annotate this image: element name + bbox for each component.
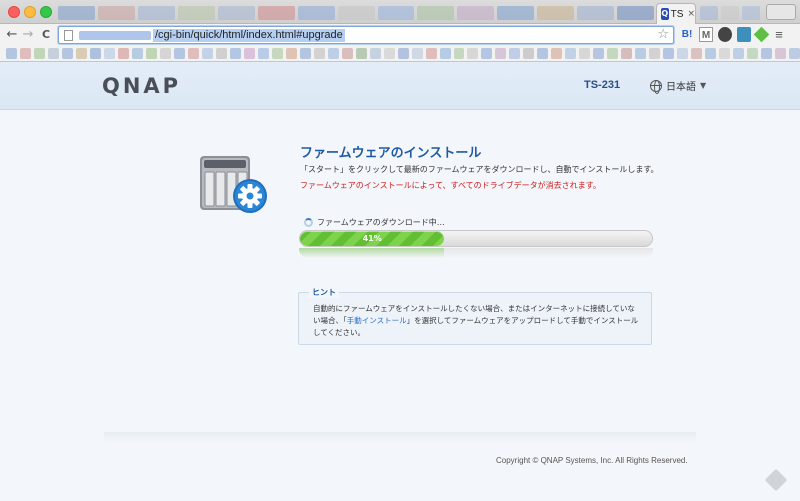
page-icon bbox=[64, 30, 73, 41]
download-progress-bar: 41% bbox=[299, 230, 653, 247]
download-status: ファームウェアのダウンロード中… bbox=[304, 217, 445, 228]
extension-dark-icon[interactable] bbox=[718, 27, 732, 42]
browser-tab-bar: Q TS × bbox=[0, 0, 800, 24]
evernote-icon[interactable] bbox=[753, 26, 770, 43]
forward-arrow-icon[interactable]: → bbox=[20, 26, 36, 44]
speaker-icon[interactable] bbox=[737, 27, 751, 42]
menu-icon[interactable]: ≡ bbox=[772, 27, 786, 42]
bookmark-star-icon[interactable]: ☆ bbox=[657, 27, 669, 42]
globe-icon bbox=[650, 79, 662, 94]
address-bar[interactable]: /cgi-bin/quick/html/index.html#upgrade ☆ bbox=[58, 26, 674, 44]
blurred-tabs-right[interactable] bbox=[700, 6, 760, 20]
download-status-text: ファームウェアのダウンロード中… bbox=[317, 218, 445, 227]
page-header: QNAP TS-231 日本語 ▼ bbox=[0, 62, 800, 110]
data-erase-warning: ファームウェアのインストールによって、すべてのドライブデータが消去されます。 bbox=[300, 181, 601, 190]
progress-percent-label: 41% bbox=[362, 234, 382, 243]
extension-corner-icon[interactable] bbox=[764, 468, 788, 492]
loading-spinner-icon bbox=[304, 218, 313, 227]
hint-box: ヒント 自動的にファームウェアをインストールしたくない場合、またはインターネット… bbox=[298, 287, 652, 345]
hint-text: 自動的にファームウェアをインストールしたくない場合、またはインターネットに接続し… bbox=[313, 303, 641, 339]
tab-close-icon[interactable]: × bbox=[687, 9, 695, 19]
bookmarks-bar bbox=[0, 46, 800, 62]
gmail-icon[interactable]: M bbox=[699, 27, 713, 42]
progress-reflection bbox=[299, 248, 653, 258]
reload-icon[interactable]: C bbox=[38, 26, 54, 44]
hatena-bookmark-icon[interactable]: B! bbox=[680, 27, 694, 42]
profile-button[interactable] bbox=[766, 4, 796, 20]
close-window-button[interactable] bbox=[8, 6, 20, 18]
url-text[interactable]: /cgi-bin/quick/html/index.html#upgrade bbox=[153, 29, 345, 42]
qnap-favicon-icon: Q bbox=[661, 8, 669, 20]
hint-title: ヒント bbox=[309, 287, 339, 298]
page-title: ファームウェアのインストール bbox=[300, 146, 482, 161]
footer-divider bbox=[104, 432, 696, 442]
language-label: 日本語 bbox=[666, 82, 696, 93]
blurred-tabs[interactable] bbox=[58, 6, 655, 20]
extension-icons: B! M ≡ bbox=[680, 26, 786, 43]
model-name: TS-231 bbox=[584, 79, 621, 91]
browser-toolbar: ← → C /cgi-bin/quick/html/index.html#upg… bbox=[0, 24, 800, 46]
minimize-window-button[interactable] bbox=[24, 6, 36, 18]
manual-install-link[interactable]: 手動インストール bbox=[347, 316, 407, 325]
url-host-blurred bbox=[79, 31, 151, 40]
nas-firmware-icon bbox=[200, 156, 267, 213]
install-description: 「スタート」をクリックして最新のファームウェアをダウンロードし、自動でインストー… bbox=[300, 165, 659, 174]
active-tab[interactable]: Q TS × bbox=[656, 3, 696, 24]
copyright-text: Copyright © QNAP Systems, Inc. All Right… bbox=[496, 456, 688, 465]
zoom-window-button[interactable] bbox=[40, 6, 52, 18]
progress-reflection-fill bbox=[299, 248, 445, 258]
qnap-installer-page: QNAP TS-231 日本語 ▼ ファームウェアのインストール 「スタート」を… bbox=[0, 62, 800, 501]
chevron-down-icon: ▼ bbox=[700, 81, 707, 90]
tab-title: TS bbox=[670, 8, 684, 20]
language-selector[interactable]: 日本語 ▼ bbox=[650, 78, 707, 94]
back-arrow-icon[interactable]: ← bbox=[4, 26, 20, 44]
qnap-logo: QNAP bbox=[102, 74, 182, 98]
